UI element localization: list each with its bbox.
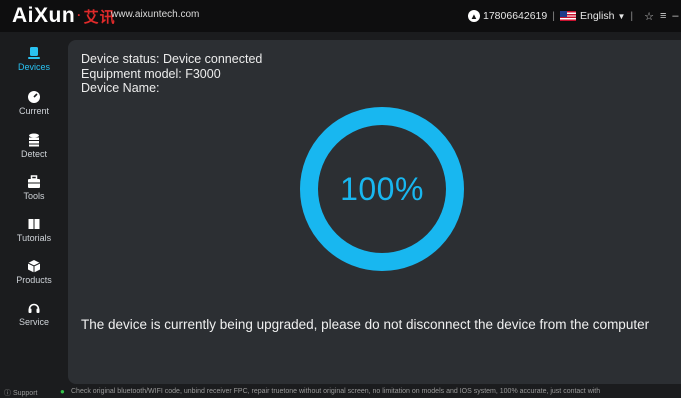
promo-ticker[interactable]: Check original bluetooth/WIFI code, unbi… — [71, 388, 600, 395]
sidebar-item-detect[interactable]: Detect — [0, 133, 68, 173]
sidebar-item-label: Current — [18, 106, 49, 116]
upgrade-message: The device is currently being upgraded, … — [81, 317, 650, 332]
devices-icon — [27, 46, 41, 60]
logo-dot: · — [77, 8, 82, 22]
sidebar-item-tutorials[interactable]: Tutorials — [0, 217, 68, 257]
website-link[interactable]: www.aixuntech.com — [111, 9, 199, 20]
device-info: Device status: Device connected Equipmen… — [81, 52, 262, 96]
sidebar-item-current[interactable]: Current — [0, 90, 68, 130]
minimize-icon[interactable]: – — [672, 10, 678, 22]
toolbox-icon — [27, 175, 41, 189]
aixun-logo: AiXun · 艾讯 — [12, 4, 116, 28]
equipment-model: Equipment model: F3000 — [81, 66, 221, 81]
window-controls: ▲ 17806642619 | English ▼ | ☆ ≡ – ▤ ✕ — [468, 8, 681, 24]
language-selector[interactable]: English — [580, 10, 614, 22]
divider: | — [552, 10, 555, 22]
sidebar-item-label: Detect — [20, 149, 47, 159]
database-icon — [27, 133, 41, 147]
account-number[interactable]: 17806642619 — [483, 10, 547, 22]
us-flag-icon — [559, 11, 576, 21]
user-icon[interactable]: ▲ — [468, 10, 480, 22]
book-icon — [27, 217, 41, 231]
sidebar: Devices Current Detect Tools Tutorials P… — [0, 32, 68, 384]
sidebar-item-label: Tutorials — [16, 233, 52, 243]
skin-icon[interactable]: ☆ — [644, 10, 654, 23]
sidebar-item-label: Devices — [17, 62, 50, 72]
progress-ring: 100% — [297, 104, 467, 274]
progress-percent: 100% — [340, 170, 424, 207]
sidebar-item-products[interactable]: Products — [0, 259, 68, 299]
chevron-down-icon[interactable]: ▼ — [617, 12, 625, 21]
sidebar-item-label: Tools — [23, 191, 45, 201]
sidebar-item-label: Products — [16, 275, 52, 285]
sidebar-item-tools[interactable]: Tools — [0, 175, 68, 215]
sidebar-item-devices[interactable]: Devices — [0, 46, 68, 86]
sidebar-item-service[interactable]: Service — [0, 301, 68, 341]
headset-icon — [27, 301, 41, 315]
logo-text: AiXun — [12, 4, 76, 27]
divider: | — [630, 10, 634, 22]
speaker-icon: ● — [60, 387, 65, 396]
box-icon — [27, 259, 41, 273]
support-label: Support — [12, 390, 38, 397]
title-bar: AiXun · 艾讯 www.aixuntech.com ▲ 178066426… — [0, 0, 681, 32]
support-link[interactable]: ⓘ Support — [4, 388, 37, 398]
footer-bar: ⓘ Support ● Check original bluetooth/WIF… — [0, 384, 681, 398]
gauge-icon — [27, 90, 41, 104]
sidebar-item-label: Service — [18, 317, 49, 327]
device-name: Device Name: — [81, 81, 160, 95]
main-panel: Device status: Device connected Equipmen… — [68, 40, 681, 384]
menu-icon[interactable]: ≡ — [660, 10, 666, 22]
device-status: Device status: Device connected — [81, 52, 263, 66]
